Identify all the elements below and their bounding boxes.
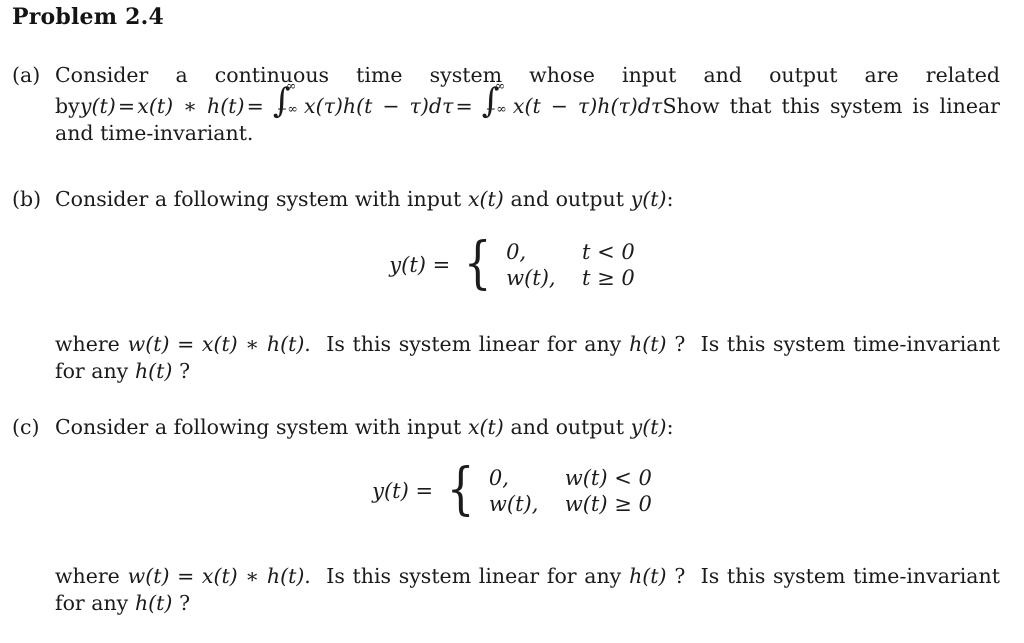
item-label-a: (a) bbox=[12, 63, 41, 87]
equation-c-row1-value: w(t), bbox=[488, 492, 539, 516]
item-body-c: Consider a following system with input x… bbox=[55, 414, 1000, 441]
item-a-equals-1: = bbox=[117, 94, 136, 118]
item-c-intro-mid: and output bbox=[510, 415, 624, 439]
integral-symbol-2: ∫ ∞ −∞ bbox=[478, 79, 512, 119]
integral-upper-limit-1: ∞ bbox=[285, 78, 297, 93]
item-c-math-y: y(t) bbox=[630, 415, 667, 439]
equation-c-lhs: y(t) = bbox=[372, 479, 434, 503]
item-c-where-paragraph: where w(t) = x(t) ∗ h(t). Is this system… bbox=[55, 563, 1000, 617]
item-b-where-prefix: where bbox=[55, 332, 120, 356]
item-a-equals-3: = bbox=[455, 94, 473, 118]
item-c-question-2-mark: ? bbox=[179, 591, 191, 615]
item-c-where-prefix: where bbox=[55, 564, 120, 588]
item-c-question-1-mark: ? bbox=[674, 564, 686, 588]
item-b-question-1-mark: ? bbox=[674, 332, 686, 356]
item-label-c: (c) bbox=[12, 415, 40, 439]
item-b-intro-suffix: : bbox=[666, 187, 674, 211]
equation-b-cases: 0, t < 0 w(t), t ≥ 0 bbox=[498, 240, 635, 290]
equation-c: y(t) = { 0, w(t) < 0 w(t), w(t) ≥ 0 bbox=[0, 457, 1024, 523]
equation-b: y(t) = { 0, t < 0 w(t), t ≥ 0 bbox=[0, 231, 1024, 297]
equation-b-row1-value: w(t), bbox=[506, 266, 556, 290]
integral-upper-limit-2: ∞ bbox=[494, 78, 506, 93]
item-b-question-2-h: h(t) bbox=[134, 359, 173, 383]
item-b-where-paragraph: where w(t) = x(t) ∗ h(t). Is this system… bbox=[55, 331, 1000, 385]
item-c-intro-suffix: : bbox=[666, 415, 674, 439]
item-body-a: Consider a continuous time system whose … bbox=[55, 62, 1000, 147]
item-b-question-1: Is this system linear for any bbox=[326, 332, 622, 356]
item-b-math-y: y(t) bbox=[630, 187, 667, 211]
problem-item-b: (b) Consider a following system with inp… bbox=[12, 186, 1000, 213]
equation-b-row0-condition: t < 0 bbox=[581, 240, 635, 264]
item-b-intro-mid: and output bbox=[510, 187, 624, 211]
item-c-question-2-h: h(t) bbox=[134, 591, 173, 615]
item-body-b: Consider a following system with input x… bbox=[55, 186, 1000, 213]
problem-item-a: (a) Consider a continuous time system wh… bbox=[12, 62, 1000, 147]
item-c-question-1-h: h(t) bbox=[629, 564, 667, 588]
equation-b-row0-value: 0, bbox=[506, 240, 527, 264]
integral-symbol-1: ∫ ∞ −∞ bbox=[269, 79, 303, 119]
item-a-integrand-2: x(t − τ)h(τ)dτ bbox=[512, 94, 663, 118]
item-b-math-x: x(t) bbox=[468, 187, 504, 211]
equation-c-row0-condition: w(t) < 0 bbox=[564, 466, 652, 490]
item-b-question-1-h: h(t) bbox=[629, 332, 667, 356]
equation-b-lhs: y(t) = bbox=[389, 253, 451, 277]
item-b-question-2-mark: ? bbox=[179, 359, 191, 383]
item-label-b: (b) bbox=[12, 187, 42, 211]
item-a-math-y: y(t) bbox=[79, 94, 116, 118]
item-c-where-definition: w(t) = x(t) ∗ h(t). bbox=[127, 564, 311, 588]
item-c-math-x: x(t) bbox=[468, 415, 504, 439]
item-a-equals-2: = bbox=[246, 94, 264, 118]
equation-c-row1-condition: w(t) ≥ 0 bbox=[564, 492, 652, 516]
left-brace-icon: { bbox=[463, 231, 492, 297]
item-c-intro-prefix: Consider a following system with input bbox=[55, 415, 462, 439]
item-b-intro-prefix: Consider a following system with input bbox=[55, 187, 462, 211]
equation-c-row0-value: 0, bbox=[488, 466, 509, 490]
equation-b-row1-condition: t ≥ 0 bbox=[581, 266, 635, 290]
item-a-integrand-1: x(τ)h(t − τ)dτ bbox=[304, 94, 454, 118]
item-c-question-1: Is this system linear for any bbox=[326, 564, 622, 588]
integral-lower-limit-1: −∞ bbox=[276, 101, 298, 116]
page-title: Problem 2.4 bbox=[12, 4, 164, 30]
item-a-math-convolution: x(t) ∗ h(t) bbox=[137, 94, 245, 118]
problem-item-c: (c) Consider a following system with inp… bbox=[12, 414, 1000, 441]
document-page: Problem 2.4 (a) Consider a continuous ti… bbox=[0, 0, 1024, 643]
integral-lower-limit-2: −∞ bbox=[485, 101, 507, 116]
item-b-where-definition: w(t) = x(t) ∗ h(t). bbox=[127, 332, 311, 356]
equation-c-cases: 0, w(t) < 0 w(t), w(t) ≥ 0 bbox=[481, 466, 652, 516]
left-brace-icon: { bbox=[446, 457, 475, 523]
